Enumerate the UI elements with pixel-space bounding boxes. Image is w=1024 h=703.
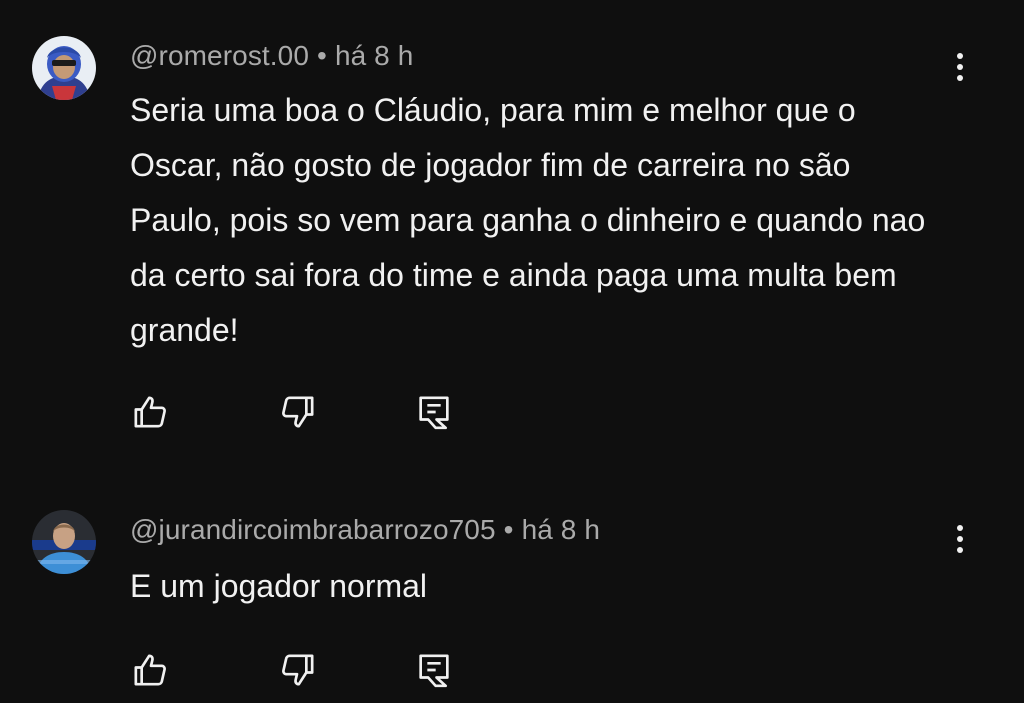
reply-icon <box>419 654 449 688</box>
more-dot <box>957 536 963 542</box>
meta-separator: • <box>317 40 327 71</box>
comment-time[interactable]: há 8 h <box>335 40 413 71</box>
author-avatar[interactable] <box>32 510 96 574</box>
avatar-image <box>32 36 96 100</box>
comment-time[interactable]: há 8 h <box>522 514 600 545</box>
more-dot <box>957 547 963 553</box>
thumbs-down-icon <box>282 654 314 686</box>
comment-actions <box>128 648 468 692</box>
more-options-button[interactable] <box>940 45 980 89</box>
thumbs-up-icon <box>134 396 166 428</box>
comment-text: E um jogador normal <box>130 568 428 604</box>
dislike-button[interactable] <box>276 390 320 434</box>
reply-button[interactable] <box>412 648 456 692</box>
comment-meta: @jurandircoimbrabarrozo705 • há 8 h <box>130 514 600 546</box>
thumbs-down-icon <box>282 396 314 428</box>
more-dot <box>957 75 963 81</box>
comment-item: @romerost.00 • há 8 h Seria uma boa o Cláu… <box>0 0 1024 470</box>
reply-button[interactable] <box>412 390 456 434</box>
more-dot <box>957 53 963 59</box>
comment-text: Seria uma boa o Cláudio, para mim e melh… <box>130 92 926 348</box>
like-button[interactable] <box>128 648 172 692</box>
author-handle[interactable]: @jurandircoimbrabarrozo705 <box>130 514 496 545</box>
thumbs-up-icon <box>134 654 166 686</box>
comment-item: @jurandircoimbrabarrozo705 • há 8 h E um j… <box>0 470 1024 703</box>
more-dot <box>957 64 963 70</box>
comment-actions <box>128 390 468 434</box>
author-handle[interactable]: @romerost.00 <box>130 40 309 71</box>
comment-meta: @romerost.00 • há 8 h <box>130 40 413 72</box>
reply-icon <box>419 396 449 430</box>
more-options-button[interactable] <box>940 517 980 561</box>
dislike-button[interactable] <box>276 648 320 692</box>
like-button[interactable] <box>128 390 172 434</box>
meta-separator: • <box>503 514 514 545</box>
author-avatar[interactable] <box>32 36 96 100</box>
more-dot <box>957 525 963 531</box>
avatar-image <box>32 510 96 574</box>
